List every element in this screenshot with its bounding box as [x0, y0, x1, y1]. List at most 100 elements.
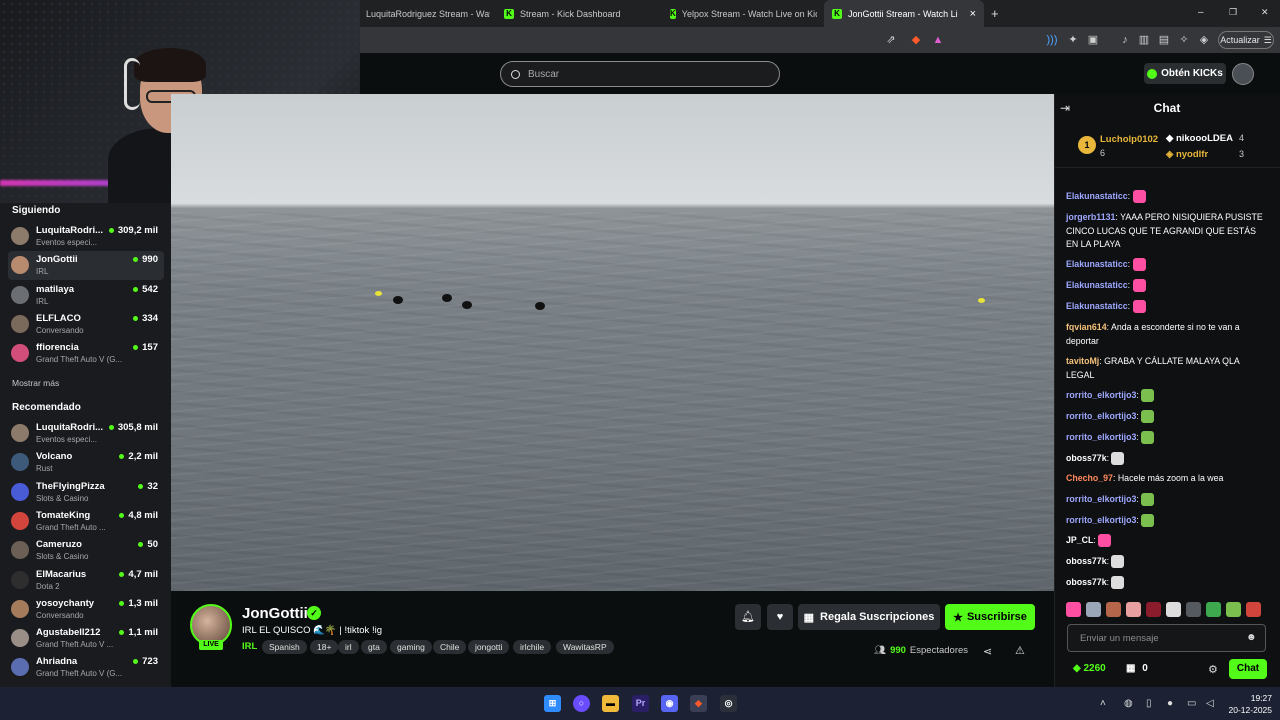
chat-username[interactable]: rorrito_elkortijo3	[1066, 390, 1136, 400]
chat-message-input[interactable]: Enviar un mensaje	[1067, 624, 1266, 652]
chat-username[interactable]: rorrito_elkortijo3	[1066, 494, 1136, 504]
streamer-name[interactable]: JonGottii	[242, 605, 308, 622]
app-icon[interactable]: ○	[573, 695, 590, 712]
follow-heart-icon[interactable]: ♥	[767, 604, 793, 630]
top-gifter-name[interactable]: Lucholp0102	[1100, 134, 1158, 145]
sidebar-channel-item[interactable]: JonGottii IRL 990	[8, 251, 164, 281]
new-tab-icon[interactable]: +	[991, 6, 999, 21]
sidebar-channel-item[interactable]: yosoychanty Conversando 1,3 mil	[8, 595, 164, 624]
emote-icon[interactable]	[1206, 602, 1221, 617]
stream-tag[interactable]: gaming	[390, 640, 432, 654]
search-input[interactable]: Buscar	[500, 61, 780, 87]
channel-points[interactable]: ◆ 2260	[1073, 663, 1106, 674]
sidebar-channel-item[interactable]: matilaya IRL 542	[8, 281, 164, 310]
emote-icon[interactable]	[1126, 602, 1141, 617]
chat-username[interactable]: rorrito_elkortijo3	[1066, 515, 1136, 525]
emote-icon[interactable]	[1106, 602, 1121, 617]
stream-tag[interactable]: WawitasRP	[556, 640, 614, 654]
chat-send-button[interactable]: Chat	[1229, 659, 1267, 679]
chat-settings-gear-icon[interactable]: ⚙	[1208, 663, 1218, 676]
sidebar-panel-icon[interactable]: ▥	[1137, 33, 1151, 47]
audio-icon[interactable]: )))	[1045, 33, 1059, 47]
sidebar-channel-item[interactable]: TheFlyingPizza Slots & Casino 32	[8, 478, 164, 507]
chat-username[interactable]: rorrito_elkortijo3	[1066, 432, 1136, 442]
windows-start-icon[interactable]: ⊞	[544, 695, 561, 712]
chat-username[interactable]: oboss77k	[1066, 453, 1107, 463]
maximize-icon[interactable]: ❐	[1229, 7, 1237, 18]
gift-subs-button[interactable]: ▦ Regala Suscripciones	[798, 604, 940, 630]
share-icon[interactable]: ⋖	[983, 645, 992, 658]
sidebar-channel-item[interactable]: TomateKing Grand Theft Auto ... 4,8 mil	[8, 507, 164, 536]
music-icon[interactable]: ♪	[1118, 33, 1132, 47]
stream-tag[interactable]: irl	[338, 640, 359, 654]
chat-username[interactable]: Elakunastaticc	[1066, 280, 1128, 290]
premiere-icon[interactable]: Pr	[632, 695, 649, 712]
sidebar-channel-item[interactable]: ELFLACO Conversando 334	[8, 310, 164, 339]
minimize-icon[interactable]: –	[1198, 7, 1204, 18]
show-more-link[interactable]: Mostrar más	[12, 378, 59, 388]
chat-username[interactable]: Elakunastaticc	[1066, 301, 1128, 311]
brave-rewards-icon[interactable]: ▲	[931, 33, 945, 47]
chat-username[interactable]: fqvian614	[1066, 322, 1107, 332]
sidebar-channel-item[interactable]: Ahriadna Grand Theft Auto V (G... 723	[8, 653, 164, 682]
vpn-icon[interactable]: ◈	[1197, 33, 1211, 47]
emote-icon[interactable]	[1146, 602, 1161, 617]
get-kicks-button[interactable]: Obtén KICKs	[1144, 63, 1226, 84]
stream-tag[interactable]: gta	[361, 640, 387, 654]
chat-username[interactable]: Checho_97	[1066, 473, 1113, 483]
sidebar-channel-item[interactable]: ffiorencia Grand Theft Auto V (G... 157	[8, 339, 164, 368]
sidebar-channel-item[interactable]: Volcano Rust 2,2 mil	[8, 448, 164, 477]
user-avatar[interactable]	[1232, 63, 1254, 85]
stream-tag[interactable]: jongotti	[468, 640, 510, 654]
emote-icon[interactable]	[1086, 602, 1101, 617]
sidebar-channel-item[interactable]: ElMacarius Dota 2 4,7 mil	[8, 566, 164, 595]
emote-icon[interactable]	[1066, 602, 1081, 617]
sidebar-channel-item[interactable]: Agustabell212 Grand Theft Auto V ... 1,1…	[8, 624, 164, 653]
subscribe-button[interactable]: ★ Suscribirse	[945, 604, 1035, 630]
emote-icon[interactable]	[1226, 602, 1241, 617]
volume-icon[interactable]: ◁	[1206, 698, 1214, 709]
sidebar-channel-item[interactable]: Cameruzo Slots & Casino 50	[8, 536, 164, 565]
tray-usb-icon[interactable]: ▯	[1146, 698, 1152, 709]
chat-username[interactable]: jorgerb1131	[1066, 212, 1115, 222]
chat-username[interactable]: Elakunastaticc	[1066, 259, 1128, 269]
chat-username[interactable]: JP_CL	[1066, 535, 1093, 545]
stream-tag[interactable]: 18+	[310, 640, 339, 654]
stream-tag[interactable]: Chile	[433, 640, 467, 654]
discord-icon[interactable]: ◉	[661, 695, 678, 712]
notifications-bell-icon[interactable]: 🔔︎	[735, 604, 761, 630]
system-clock[interactable]: 19:27 20-12-2025	[1224, 692, 1272, 716]
obs-icon[interactable]: ◎	[720, 695, 737, 712]
screenshot-icon[interactable]: ▣	[1086, 33, 1100, 47]
network-icon[interactable]: ▭	[1187, 698, 1196, 709]
top-gifter-name[interactable]: ◈ nyodlfr	[1166, 149, 1208, 160]
tray-app-icon[interactable]: ◍	[1124, 698, 1133, 709]
tab-jongottii[interactable]: K JonGottii Stream - Watch Li ×	[824, 0, 984, 27]
gift-count[interactable]: ▦ 0	[1126, 663, 1148, 674]
file-explorer-icon[interactable]: ▬	[602, 695, 619, 712]
video-player[interactable]	[171, 94, 1054, 591]
share-page-icon[interactable]: ⇗	[884, 33, 898, 47]
brave-browser-icon[interactable]: ◆	[690, 695, 707, 712]
sidebar-channel-item[interactable]: LuquitaRodri... Eventos especi... 309,2 …	[8, 222, 164, 251]
close-tab-icon[interactable]: ×	[970, 8, 976, 20]
extension-icon[interactable]: ✦	[1066, 33, 1080, 47]
emote-icon[interactable]	[1186, 602, 1201, 617]
tab-kick-dashboard[interactable]: K Stream - Kick Dashboard	[496, 0, 646, 27]
leo-ai-icon[interactable]: ✧	[1177, 33, 1191, 47]
microphone-icon[interactable]: ●	[1167, 698, 1173, 709]
emoji-picker-icon[interactable]: ☻	[1246, 632, 1257, 643]
tab-yelpox[interactable]: K Yelpox Stream - Watch Live on Kick	[662, 0, 817, 27]
close-window-icon[interactable]: ✕	[1261, 7, 1269, 18]
brave-shield-icon[interactable]: ◆	[909, 33, 923, 47]
chat-username[interactable]: Elakunastaticc	[1066, 191, 1128, 201]
chat-username[interactable]: rorrito_elkortijo3	[1066, 411, 1136, 421]
tab-luquita[interactable]: LuquitaRodriguez Stream - Watch Live	[358, 0, 490, 27]
top-gifter-name[interactable]: ◆ nikoooLDEA	[1166, 133, 1233, 144]
update-button[interactable]: Actualizar ☰	[1218, 31, 1274, 49]
stream-tag[interactable]: Spanish	[262, 640, 307, 654]
chat-username[interactable]: oboss77k	[1066, 556, 1107, 566]
sidebar-channel-item[interactable]: LuquitaRodri... Eventos especi... 305,8 …	[8, 419, 164, 448]
emote-icon[interactable]	[1166, 602, 1181, 617]
emote-icon[interactable]	[1246, 602, 1261, 617]
